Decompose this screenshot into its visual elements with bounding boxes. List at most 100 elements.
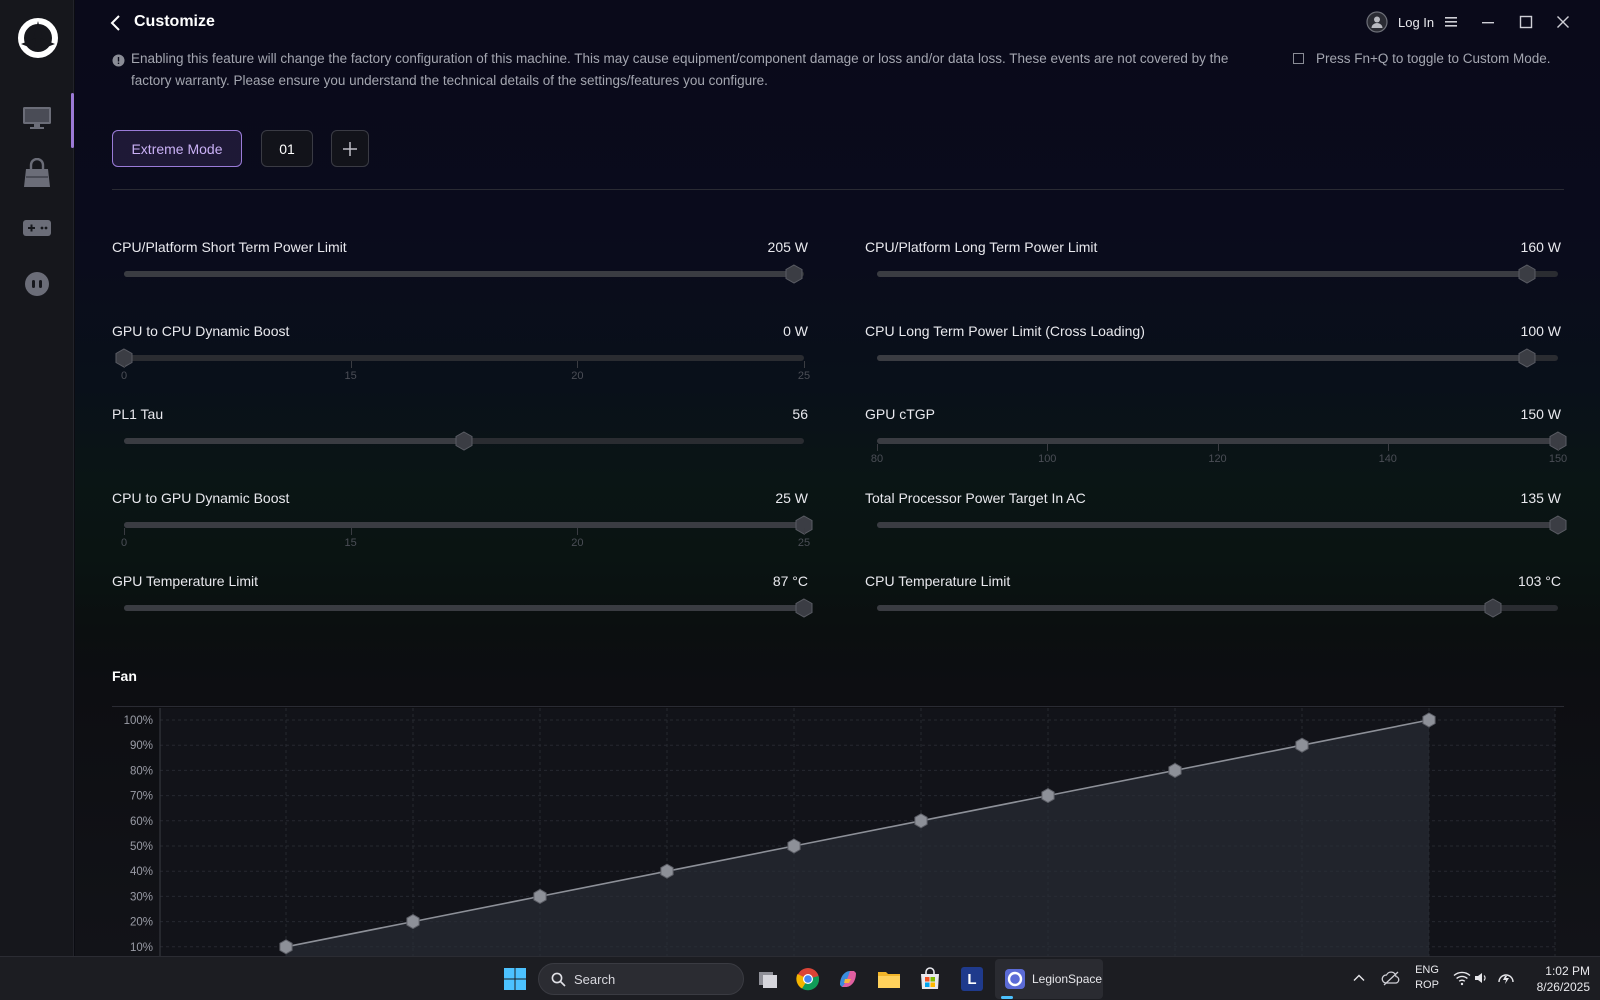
fan-curve-point[interactable] xyxy=(660,863,674,879)
slider-value: 0 W xyxy=(783,323,808,339)
slider-thumb[interactable] xyxy=(795,598,813,618)
slider-fill xyxy=(124,438,464,444)
slider-label: PL1 Tau xyxy=(112,406,164,422)
slider-tick-label: 20 xyxy=(571,370,584,382)
fan-curve-point[interactable] xyxy=(787,838,801,854)
slider-tick-mark xyxy=(124,528,125,535)
slider-value: 150 W xyxy=(1520,406,1561,422)
add-profile-button[interactable] xyxy=(331,130,369,167)
profile-01-button[interactable]: 01 xyxy=(261,130,313,167)
slider-tick-label: 100 xyxy=(1038,453,1057,465)
login-button[interactable]: Log In xyxy=(1398,15,1434,30)
back-button[interactable] xyxy=(108,12,128,34)
minimize-icon[interactable] xyxy=(1480,15,1496,29)
slider-label: CPU to GPU Dynamic Boost xyxy=(112,490,290,506)
y-tick-label: 100% xyxy=(124,715,153,727)
volume-icon[interactable] xyxy=(1473,970,1489,986)
slider-tick-label: 150 xyxy=(1548,453,1568,465)
show-hidden-icons-chevron-icon[interactable] xyxy=(1352,971,1366,985)
slider-label: GPU Temperature Limit xyxy=(112,573,259,589)
fan-curve-point[interactable] xyxy=(914,813,928,829)
y-tick-label: 10% xyxy=(130,942,153,954)
slider-tick-mark xyxy=(350,528,352,535)
slider-label: GPU to CPU Dynamic Boost xyxy=(112,323,290,339)
language-indicator-top[interactable]: ENG xyxy=(1410,964,1444,976)
fan-curve-point[interactable] xyxy=(279,939,293,955)
clock-date[interactable]: 8/26/2025 xyxy=(1520,980,1590,994)
active-app-indicator xyxy=(1001,996,1013,999)
menu-icon[interactable] xyxy=(1443,15,1459,29)
slider-label: Total Processor Power Target In AC xyxy=(865,490,1086,506)
onedrive-cloud-icon[interactable] xyxy=(1381,969,1401,987)
section-divider xyxy=(112,189,1564,190)
maximize-icon[interactable] xyxy=(1518,14,1534,30)
language-indicator-bottom[interactable]: ROP xyxy=(1410,979,1444,991)
slider-value: 100 W xyxy=(1520,323,1561,339)
slider-tick-label: 120 xyxy=(1208,453,1227,465)
slider-thumb[interactable] xyxy=(1549,515,1567,535)
windows-start-icon[interactable] xyxy=(503,967,527,991)
slider-tick-label: 25 xyxy=(797,537,811,549)
slider-tick-mark xyxy=(804,361,805,368)
microsoft-store-icon[interactable] xyxy=(918,967,942,991)
lenovo-l-app-icon[interactable]: L xyxy=(961,967,983,991)
slider-thumb[interactable] xyxy=(1518,264,1536,284)
slider-setting: CPU Temperature Limit 103 °C xyxy=(865,573,1565,653)
acknowledge-checkbox[interactable] xyxy=(1293,53,1304,64)
wifi-icon[interactable] xyxy=(1453,970,1471,986)
fan-curve-chart[interactable]: 100% 90% 80% 70% 60% 50% 40% 30% 20% 10% xyxy=(112,708,1564,956)
slider-tick-mark xyxy=(877,444,878,451)
slider-tick-label: 20 xyxy=(571,537,584,549)
slider-tick-mark xyxy=(577,361,579,368)
slider-label: CPU Long Term Power Limit (Cross Loading… xyxy=(865,323,1145,339)
close-icon[interactable] xyxy=(1555,14,1571,30)
slider-tick-mark xyxy=(124,361,125,368)
fan-divider xyxy=(112,706,1564,707)
slider-setting: PL1 Tau 56 xyxy=(112,406,812,486)
fan-curve-point[interactable] xyxy=(1168,762,1182,778)
chrome-icon[interactable] xyxy=(796,967,820,991)
file-explorer-icon[interactable] xyxy=(877,968,901,990)
slider-tick-label: 15 xyxy=(344,537,357,549)
slider-label: CPU/Platform Long Term Power Limit xyxy=(865,239,1098,255)
clock-time[interactable]: 1:02 PM xyxy=(1520,964,1590,978)
taskbar-search[interactable]: Search xyxy=(538,963,744,995)
slider-thumb[interactable] xyxy=(785,264,803,284)
y-tick-label: 90% xyxy=(130,740,153,752)
slider-label: CPU/Platform Short Term Power Limit xyxy=(112,239,347,255)
slider-tick-label: 0 xyxy=(120,370,128,382)
slider-thumb[interactable] xyxy=(455,431,473,451)
user-icon[interactable] xyxy=(1366,11,1388,33)
extreme-mode-button[interactable]: Extreme Mode xyxy=(112,130,242,167)
legionspace-taskbar-button[interactable]: LegionSpace xyxy=(995,959,1103,999)
fan-curve-point[interactable] xyxy=(1041,788,1055,804)
slider-fill xyxy=(877,522,1558,528)
fan-curve-point[interactable] xyxy=(1422,712,1436,728)
fan-curve-point[interactable] xyxy=(1295,737,1309,753)
slider-tick-mark xyxy=(1387,444,1389,451)
y-tick-label: 60% xyxy=(130,816,153,828)
fan-curve-point[interactable] xyxy=(533,888,547,904)
battery-charging-icon[interactable] xyxy=(1496,969,1516,987)
slider-value: 56 xyxy=(792,406,808,422)
slider-value: 205 W xyxy=(767,239,808,255)
slider-tick-mark xyxy=(804,528,805,535)
fan-curve-point[interactable] xyxy=(406,914,420,930)
slider-value: 25 W xyxy=(775,490,808,506)
slider-value: 103 °C xyxy=(1518,573,1561,589)
slider-label: CPU Temperature Limit xyxy=(865,573,1011,589)
slider-setting: CPU/Platform Long Term Power Limit 160 W xyxy=(865,239,1565,319)
y-tick-label: 80% xyxy=(130,765,153,777)
slider-label: GPU cTGP xyxy=(865,406,936,422)
slider-setting: CPU/Platform Short Term Power Limit 205 W xyxy=(112,239,812,319)
legionspace-taskbar-label: LegionSpace xyxy=(1032,972,1103,986)
slider-thumb[interactable] xyxy=(1484,598,1502,618)
task-view-icon[interactable] xyxy=(756,967,780,991)
y-tick-label: 20% xyxy=(130,917,153,929)
copilot-icon[interactable] xyxy=(836,967,860,991)
slider-thumb[interactable] xyxy=(1518,348,1536,368)
notice-text-line1: Enabling this feature will change the fa… xyxy=(131,51,1229,66)
y-tick-label: 70% xyxy=(130,791,153,803)
slider-ticks: 80 100 120 140 150 xyxy=(871,444,1567,465)
slider-fill xyxy=(877,355,1528,361)
